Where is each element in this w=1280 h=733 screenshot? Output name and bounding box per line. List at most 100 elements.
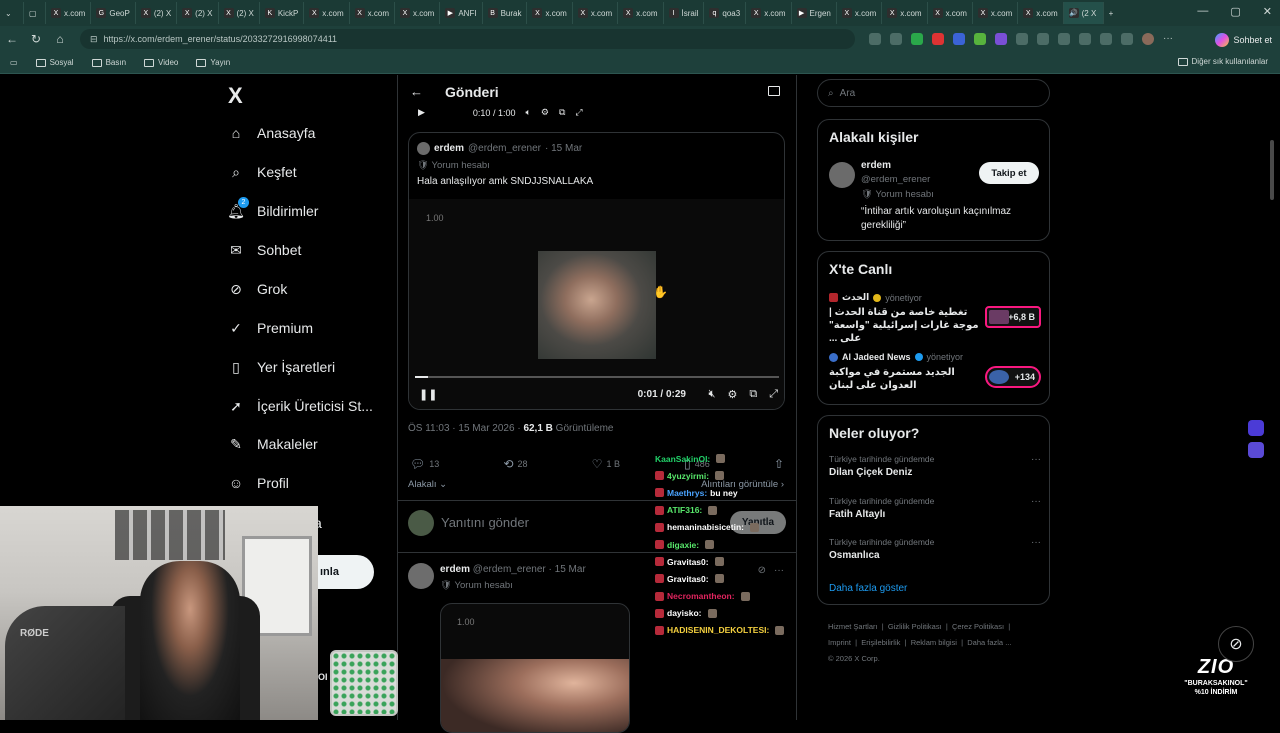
play-icon[interactable]: ▶ — [418, 107, 425, 118]
nav-messages[interactable]: ✉ Sohbet — [228, 242, 301, 259]
browser-tab[interactable]: X (2) X — [219, 2, 260, 24]
profile-avatar[interactable] — [1142, 33, 1154, 45]
browser-tab[interactable]: Xx.com — [527, 2, 573, 24]
trend-item[interactable]: Türkiye tarihinde gündemde Osmanlıca ··· — [829, 537, 1041, 561]
nav-profile[interactable]: ☺ Profil — [228, 475, 289, 491]
x-logo[interactable]: X — [228, 83, 243, 109]
new-tab-button[interactable]: + — [1104, 2, 1144, 24]
grok-floating-button[interactable]: ⊘ — [1218, 626, 1254, 662]
scrollbar[interactable] — [1270, 140, 1274, 200]
settings-icon[interactable] — [1058, 33, 1070, 45]
browser-tab[interactable]: B Burak — [483, 2, 528, 24]
settings-icon[interactable]: ⚙ — [541, 107, 549, 118]
follow-button[interactable]: Takip et — [979, 162, 1039, 184]
collections-icon[interactable] — [1121, 33, 1133, 45]
split-screen-icon[interactable] — [1037, 33, 1049, 45]
browser-tab[interactable]: X (2) X — [177, 2, 219, 24]
back-arrow-icon[interactable]: ← — [410, 84, 423, 99]
footer-link[interactable]: Çerez Politikası — [952, 622, 1004, 631]
browser-tab[interactable]: q qoa3 — [704, 2, 747, 24]
footer-link[interactable]: Imprint — [828, 638, 851, 647]
bookmark-folder[interactable]: Yayın — [196, 58, 230, 67]
nav-notifications[interactable]: 🔔︎ 2 Bildirimler — [227, 197, 318, 219]
browser-tab[interactable]: ▶ ANFI — [440, 2, 483, 24]
browser-tab[interactable]: 🔊 (2 X — [1063, 2, 1104, 24]
bookmark-folder[interactable]: Basın — [91, 58, 126, 67]
nav-articles[interactable]: ✎ Makaleler — [228, 436, 318, 453]
repost-button[interactable]: ⟲ 28 — [503, 457, 527, 471]
other-favorites[interactable]: Diğer sık kullanılanlar — [1177, 57, 1268, 66]
trend-item[interactable]: Türkiye tarihinde gündemde Fatih Altaylı… — [829, 496, 1041, 520]
nav-bookmarks[interactable]: ▯ Yer İşaretleri — [228, 359, 335, 376]
browser-tab[interactable]: G GeoP — [91, 2, 136, 24]
post-button[interactable]: ınla — [318, 555, 374, 589]
live-item[interactable]: Al Jadeed News yönetiyor الجديد مستمرة في… — [829, 352, 1041, 398]
reply-input[interactable]: Yanıtını gönder — [441, 515, 529, 530]
person-name[interactable]: erdem — [861, 160, 891, 171]
footer-link[interactable]: Gizlilik Politikası — [888, 622, 942, 631]
fullscreen-icon[interactable]: ⤢ — [769, 388, 778, 401]
browser-tab[interactable]: Xx.com — [573, 2, 619, 24]
video-player[interactable]: 1.00 ✋ ❚❚ 0:01 / 0:29 🔇︎ ⚙ ⧉ ⤢ — [409, 199, 784, 409]
extension-icon[interactable] — [953, 33, 965, 45]
extension-icon[interactable] — [1248, 442, 1264, 458]
browser-tab[interactable]: Xx.com — [304, 2, 350, 24]
pause-icon[interactable]: ❚❚ — [419, 388, 437, 401]
workspaces-button[interactable]: ▢ — [24, 2, 46, 24]
extension-icon[interactable] — [932, 33, 944, 45]
avatar[interactable] — [829, 162, 855, 188]
browser-tab[interactable]: Xx.com — [837, 2, 883, 24]
browser-tab[interactable]: X (2) X — [136, 2, 178, 24]
extension-icon[interactable] — [869, 33, 881, 45]
footer-link[interactable]: Reklam bilgisi — [911, 638, 957, 647]
settings-icon[interactable]: ⚙ — [727, 388, 737, 401]
bookmark-folder[interactable]: Video — [144, 58, 178, 67]
pip-icon[interactable]: ⧉ — [749, 388, 757, 401]
more-icon[interactable]: ··· — [1031, 496, 1041, 507]
browser-tab[interactable]: Xx.com — [746, 2, 792, 24]
browser-tab[interactable]: Xx.com — [882, 2, 928, 24]
browser-tab[interactable]: Xx.com — [395, 2, 441, 24]
nav-grok[interactable]: ⊘ Grok — [228, 281, 287, 298]
pip-icon[interactable]: ⧉ — [559, 107, 565, 118]
live-item[interactable]: الحدث yönetiyor تغطية خاصة من قناة الحدث … — [829, 292, 1041, 344]
nav-creator-studio[interactable]: ➚ İçerik Üreticisi St... — [228, 398, 373, 415]
maximize-icon[interactable]: ▢ — [1230, 5, 1240, 18]
back-arrow-icon[interactable]: ← — [0, 32, 24, 46]
reply-video[interactable]: 1.00 — [440, 603, 630, 733]
fullscreen-icon[interactable]: ⤢ — [575, 107, 582, 118]
browser-tab[interactable]: ▶ Ergen — [792, 2, 837, 24]
browser-tab[interactable]: Xx.com — [973, 2, 1019, 24]
bookmark-folder[interactable]: Sosyal — [35, 58, 74, 67]
bookmark-menu-icon[interactable]: ▭ — [10, 58, 18, 67]
reply-button[interactable]: 💬︎ 13 — [410, 457, 439, 471]
browser-tab[interactable]: Xx.com — [46, 2, 92, 24]
mute-icon[interactable]: 🔇︎ — [709, 388, 716, 401]
more-icon[interactable]: ··· — [1031, 454, 1041, 465]
tab-list-button[interactable]: ⌄ — [0, 2, 24, 24]
reload-icon[interactable]: ↻ — [24, 32, 48, 46]
search-input[interactable]: ⌕ Ara — [817, 79, 1050, 107]
nav-home[interactable]: ⌂ Anasayfa — [228, 125, 316, 141]
extension-icon[interactable] — [1248, 420, 1264, 436]
browser-tab[interactable]: I İsrail — [664, 2, 705, 24]
nav-explore[interactable]: ⌕ Keşfet — [228, 164, 297, 181]
footer-link[interactable]: Daha fazla ... — [967, 638, 1011, 647]
browser-tab[interactable]: Xx.com — [350, 2, 395, 24]
site-info-icon[interactable]: ⊟ — [90, 34, 98, 45]
browser-tab[interactable]: Xx.com — [928, 2, 973, 24]
copilot-chat-button[interactable]: Sohbet et — [1215, 31, 1272, 49]
footer-link[interactable]: Erişilebilirlik — [861, 638, 900, 647]
quoted-post[interactable]: erdem @erdem_erener · 15 Mar 🛡︎ Yorum he… — [408, 132, 785, 410]
heart-icon[interactable] — [1100, 33, 1112, 45]
browser-tab[interactable]: Xx.com — [1018, 2, 1064, 24]
favorites-icon[interactable] — [1079, 33, 1091, 45]
avatar[interactable] — [417, 142, 430, 155]
nav-premium[interactable]: ✓ Premium — [228, 320, 313, 337]
browser-tab[interactable]: Xx.com — [618, 2, 664, 24]
trend-item[interactable]: Türkiye tarihinde gündemde Dilan Çiçek D… — [829, 454, 1041, 478]
minimize-icon[interactable]: — — [1197, 5, 1208, 18]
reader-mode-icon[interactable] — [768, 86, 780, 96]
show-more-link[interactable]: Daha fazla göster — [829, 583, 907, 594]
footer-link[interactable]: Hizmet Şartları — [828, 622, 878, 631]
